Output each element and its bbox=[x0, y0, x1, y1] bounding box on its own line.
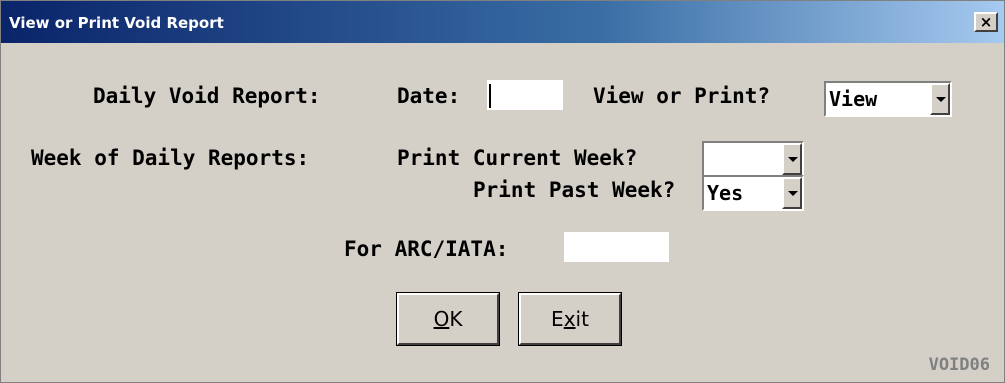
print-current-week-select[interactable] bbox=[702, 141, 804, 177]
title-bar[interactable]: View or Print Void Report × bbox=[1, 1, 1004, 43]
chevron-down-icon[interactable] bbox=[782, 177, 802, 209]
week-of-daily-reports-label: Week of Daily Reports: bbox=[31, 146, 310, 170]
ok-button-mnemonic: O bbox=[433, 307, 450, 331]
ok-button[interactable]: OK bbox=[396, 292, 500, 346]
arc-iata-label: For ARC/IATA: bbox=[344, 237, 509, 261]
print-past-week-label: Print Past Week? bbox=[473, 178, 676, 202]
date-label: Date: bbox=[397, 84, 461, 108]
arc-iata-field[interactable] bbox=[564, 232, 669, 262]
exit-button[interactable]: Ex it bbox=[518, 292, 622, 346]
print-past-week-select[interactable]: Yes bbox=[702, 175, 804, 211]
text-cursor bbox=[489, 84, 491, 108]
exit-button-label-end: it bbox=[575, 307, 589, 331]
view-or-print-label: View or Print? bbox=[593, 84, 771, 108]
form-code: VOID06 bbox=[928, 355, 990, 375]
close-button[interactable]: × bbox=[974, 12, 998, 32]
daily-void-report-label: Daily Void Report: bbox=[93, 84, 321, 108]
void-report-dialog: View or Print Void Report × Daily Void R… bbox=[0, 0, 1005, 383]
chevron-down-icon[interactable] bbox=[782, 143, 802, 175]
print-past-week-value: Yes bbox=[707, 181, 744, 205]
exit-button-mnemonic: x bbox=[563, 307, 576, 331]
view-or-print-value: View bbox=[829, 87, 878, 111]
date-field[interactable] bbox=[487, 80, 563, 110]
view-or-print-select[interactable]: View bbox=[824, 81, 952, 117]
exit-button-label-start: E bbox=[551, 307, 564, 331]
ok-button-label: K bbox=[449, 307, 463, 331]
print-current-week-label: Print Current Week? bbox=[397, 146, 638, 170]
chevron-down-icon[interactable] bbox=[930, 83, 950, 115]
window-title: View or Print Void Report bbox=[9, 14, 224, 32]
close-icon: × bbox=[979, 12, 993, 31]
